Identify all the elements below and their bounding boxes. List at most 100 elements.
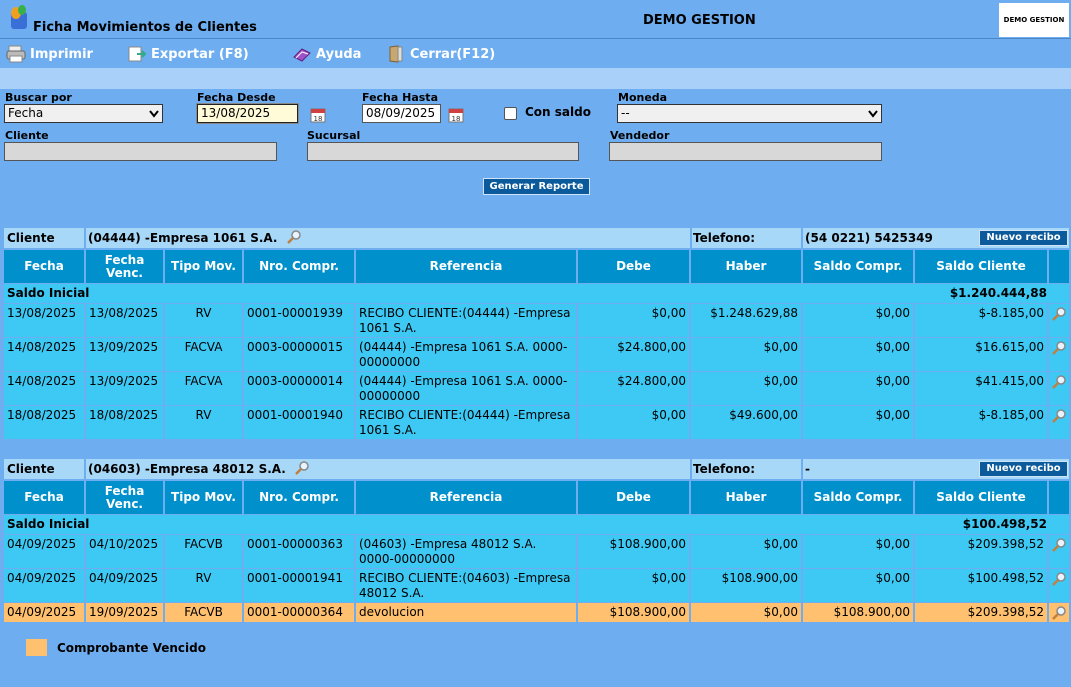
cell-fecha-venc: 18/08/2025 [86,406,165,439]
col-referencia: Referencia [356,481,578,514]
search-icon[interactable] [294,460,310,476]
cell-haber: $0,00 [691,535,803,568]
col-fecha-venc: Fecha Venc. [86,481,165,514]
saldo-inicial-row: Saldo Inicial $1.240.444,88 [4,284,1069,303]
cell-tipo-mov: FACVB [165,603,244,622]
col-haber: Haber [691,250,803,283]
window-title: Ficha Movimientos de Clientes [33,20,257,35]
cell-fecha-venc: 04/10/2025 [86,535,165,568]
telefono-value: - [805,462,810,476]
col-referencia: Referencia [356,250,578,283]
filters-panel: Buscar por Fecha Fecha Desde 13/08/2025 … [0,89,1071,219]
close-label: Cerrar(F12) [410,46,496,62]
table-row: 04/09/2025 04/10/2025 FACVB 0001-00000363 (0… [4,535,1069,568]
svg-text:18: 18 [452,115,461,123]
cell-saldo-cliente: $100.498,52 [915,569,1049,602]
search-icon[interactable] [1051,605,1067,621]
cell-haber: $49.600,00 [691,406,803,439]
svg-text:18: 18 [314,115,323,123]
generar-reporte-button[interactable]: Generar Reporte [483,178,590,195]
divider [84,228,86,248]
search-icon[interactable] [286,229,302,245]
divider [84,459,86,479]
row-action [1049,304,1069,337]
cell-saldo-cliente: $41.415,00 [915,372,1049,405]
table-row: 14/08/2025 13/09/2025 FACVA 0003-00000014 (0… [4,372,1069,405]
fecha-hasta-label: Fecha Hasta [362,91,438,104]
cliente-input[interactable] [4,142,277,161]
sucursal-input[interactable] [307,142,579,161]
client-bar: Cliente (04444) -Empresa 1061 S.A. Telef… [4,228,1069,248]
cell-nro-compr: 0001-00000364 [244,603,356,622]
cell-debe: $108.900,00 [578,535,691,568]
toolbar-separator [0,68,1071,89]
cell-tipo-mov: RV [165,406,244,439]
nuevo-recibo-button[interactable]: Nuevo recibo [979,461,1068,477]
col-fecha: Fecha [4,481,86,514]
buscar-por-select[interactable]: Fecha [4,104,163,123]
saldo-inicial-label: Saldo Inicial [7,286,90,300]
con-saldo-checkbox[interactable] [504,107,517,120]
saldo-inicial-row: Saldo Inicial $100.498,52 [4,515,1069,534]
cell-referencia: RECIBO CLIENTE:(04444) -Empresa 1061 S.A… [356,406,578,439]
col-action [1049,250,1069,283]
moneda-select[interactable]: -- [617,104,882,123]
export-button[interactable]: Exportar (F8) [127,45,249,63]
search-icon[interactable] [1051,340,1067,356]
col-debe: Debe [578,481,691,514]
nuevo-recibo-button[interactable]: Nuevo recibo [979,230,1068,246]
vendedor-input[interactable] [609,142,882,161]
cell-saldo-cliente: $209.398,52 [915,535,1049,568]
help-button[interactable]: Ayuda [292,45,361,63]
row-action [1049,603,1069,622]
search-icon[interactable] [1051,537,1067,553]
saldo-inicial-value: $1.240.444,88 [949,286,1047,300]
close-button[interactable]: Cerrar(F12) [386,45,495,63]
search-icon[interactable] [1051,571,1067,587]
search-icon[interactable] [1051,306,1067,322]
title-bar: Ficha Movimientos de Clientes DEMO GESTI… [0,0,1071,39]
cell-tipo-mov: RV [165,569,244,602]
divider [690,459,692,479]
print-label: Imprimir [30,46,93,62]
cliente-label: Cliente [5,129,49,142]
col-tipo-mov: Tipo Mov. [165,481,244,514]
cell-haber: $0,00 [691,603,803,622]
cell-debe: $0,00 [578,569,691,602]
col-saldo-compr: Saldo Compr. [803,481,915,514]
col-saldo-cliente: Saldo Cliente [915,250,1049,283]
cell-debe: $108.900,00 [578,603,691,622]
col-fecha: Fecha [4,250,86,283]
divider [801,228,803,248]
cell-fecha: 13/08/2025 [4,304,86,337]
table-header: Fecha Fecha Venc. Tipo Mov. Nro. Compr. … [4,250,1069,283]
fecha-hasta-input[interactable]: 08/09/2025 [362,104,441,123]
calendar-icon[interactable]: 18 [446,105,466,125]
client-bar: Cliente (04603) -Empresa 48012 S.A. Tele… [4,459,1069,479]
print-button[interactable]: Imprimir [6,45,93,63]
cell-saldo-compr: $0,00 [803,372,915,405]
printer-icon [6,45,26,63]
row-action [1049,406,1069,439]
search-icon[interactable] [1051,374,1067,390]
cliente-value: (04444) -Empresa 1061 S.A. [88,231,278,245]
client-section: Cliente (04603) -Empresa 48012 S.A. Tele… [4,459,1069,629]
buscar-por-label: Buscar por [5,91,72,104]
cell-saldo-compr: $0,00 [803,304,915,337]
cell-saldo-compr: $0,00 [803,535,915,568]
calendar-icon[interactable]: 18 [308,105,328,125]
cell-tipo-mov: FACVA [165,372,244,405]
close-door-icon [389,45,403,63]
row-action [1049,535,1069,568]
table-row: 04/09/2025 04/09/2025 RV 0001-00001941 RECIB… [4,569,1069,602]
fecha-desde-input[interactable]: 13/08/2025 [197,104,298,123]
table-row: 13/08/2025 13/08/2025 RV 0001-00001939 RECIB… [4,304,1069,337]
cell-referencia: (04603) -Empresa 48012 S.A. 0000-0000000… [356,535,578,568]
col-tipo-mov: Tipo Mov. [165,250,244,283]
cell-nro-compr: 0001-00001940 [244,406,356,439]
cell-haber: $1.248.629,88 [691,304,803,337]
search-icon[interactable] [1051,408,1067,424]
cell-saldo-compr: $0,00 [803,569,915,602]
cliente-value: (04603) -Empresa 48012 S.A. [88,462,286,476]
cell-referencia: RECIBO CLIENTE:(04603) -Empresa 48012 S.… [356,569,578,602]
